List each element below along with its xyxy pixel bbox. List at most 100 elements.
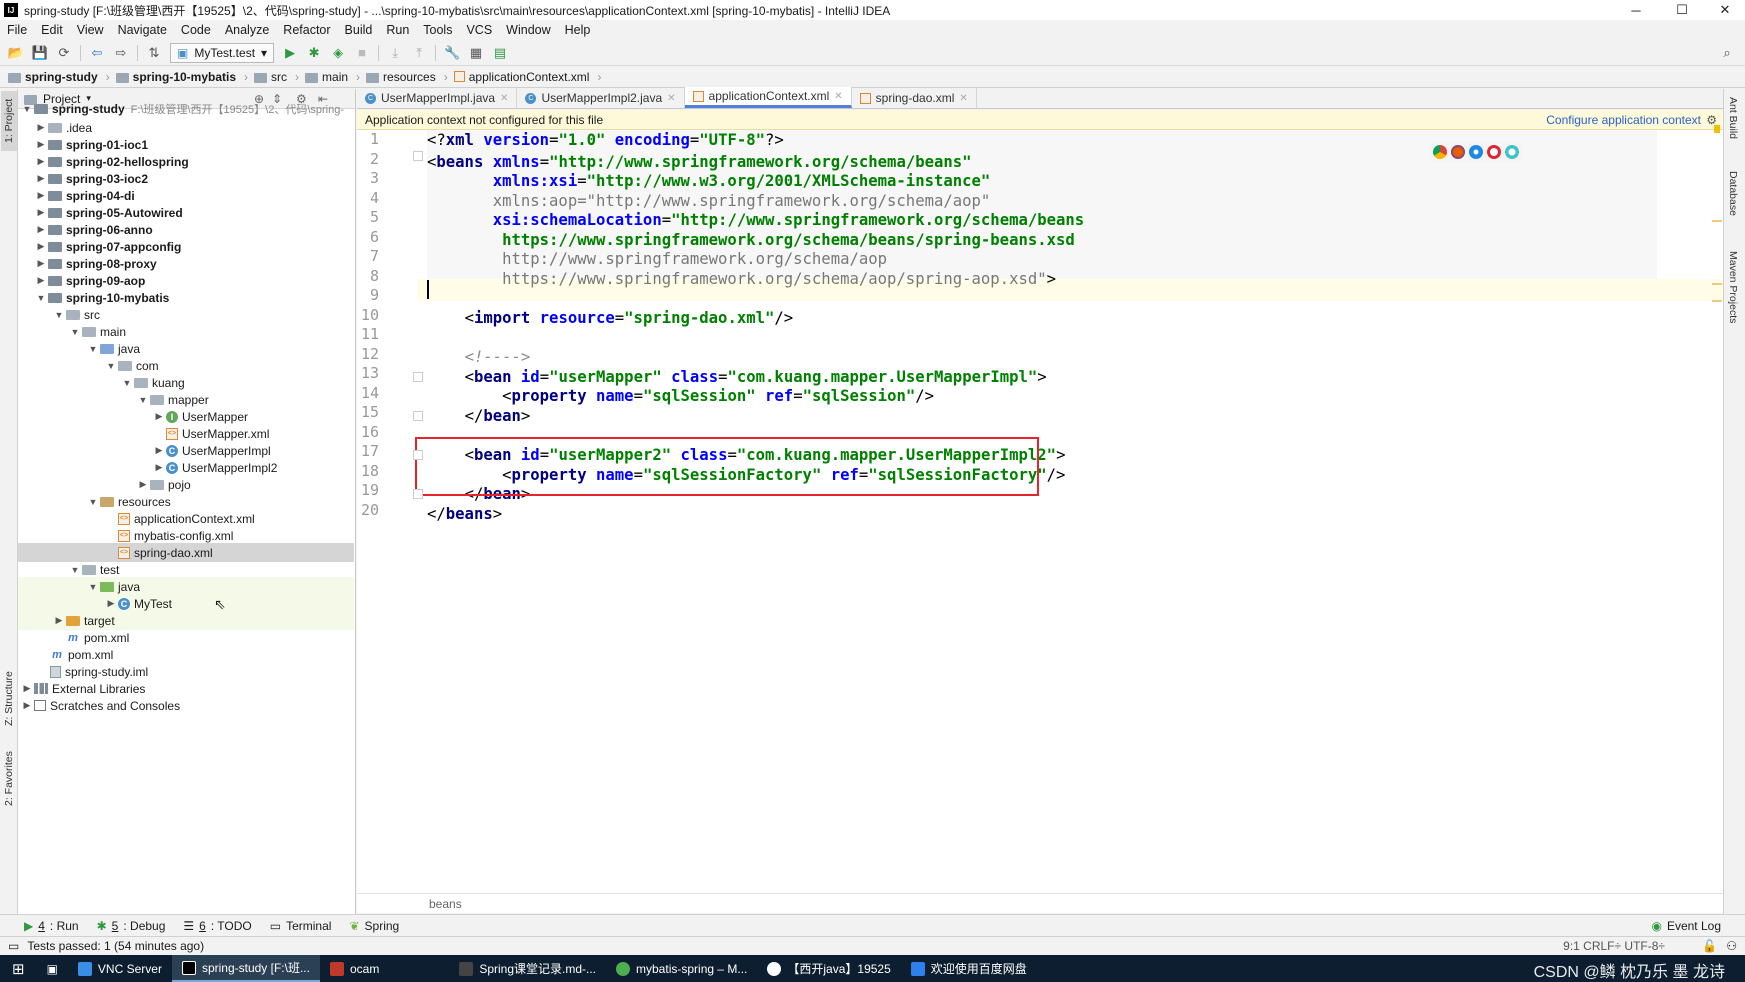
close-tab-icon[interactable]: ✕ [834,91,842,102]
code-editor[interactable]: 1 2 3 4 5 6 7 8 9 10 11 12 13 14 15 16 17 18 19 20 <?xml ve… [357,130,1723,893]
database-tool-tab[interactable]: Database [1727,171,1739,216]
ant-build-tool-tab[interactable]: Ant Build [1727,97,1739,139]
maven-tool-tab[interactable]: Maven Projects [1727,251,1739,323]
chevron-right-icon[interactable]: ▶ [34,241,48,252]
chevron-down-icon[interactable]: ▼ [68,565,82,575]
structure-tool-tab[interactable]: Z: Structure [1,664,17,734]
chevron-right-icon[interactable]: ▶ [136,479,150,490]
search-icon[interactable]: ⌕ [1717,43,1737,63]
fold-marker-icon[interactable] [413,411,423,421]
chevron-down-icon[interactable]: ▼ [52,310,66,320]
project-structure-icon[interactable]: ▦ [466,43,486,63]
scroll-marker[interactable] [1712,283,1722,285]
scroll-marker[interactable] [1712,220,1722,222]
menu-file[interactable]: File [0,23,34,37]
menu-window[interactable]: Window [499,23,557,37]
chevron-right-icon[interactable]: ▶ [34,122,48,133]
project-tool-tab[interactable]: 1: Project [1,91,17,151]
chevron-right-icon[interactable]: ▶ [34,139,48,150]
tree-item-scratches[interactable]: ▶ Scratches and Consoles [18,696,354,715]
chevron-right-icon[interactable]: ▶ [152,462,166,473]
fold-marker-icon[interactable] [413,151,423,161]
chevron-right-icon[interactable]: ▶ [34,207,48,218]
tab-todo[interactable]: ☰ 6: TODO [183,919,251,933]
tree-item-root[interactable]: ▼ spring-study F:\班级管理\西开【19525】\2、代码\sp… [18,99,354,118]
chevron-right-icon[interactable]: ▶ [34,224,48,235]
chevron-down-icon[interactable]: ▼ [68,327,82,337]
crumb-main[interactable]: main › [305,70,366,84]
back-icon[interactable]: ⇦ [87,43,107,63]
coverage-icon[interactable]: ◈ [328,43,348,63]
favorites-tool-tab[interactable]: 2: Favorites [1,744,17,814]
menu-build[interactable]: Build [338,23,380,37]
taskbar-item[interactable]: Spring课堂记录.md-... [449,955,606,982]
menu-tools[interactable]: Tools [416,23,459,37]
run-config-select[interactable]: ▣ MyTest.test ▾ [170,42,275,63]
crumb-project[interactable]: spring-study › [8,70,116,84]
chevron-down-icon[interactable]: ▼ [136,395,150,405]
maximize-button[interactable]: ☐ [1659,0,1705,20]
edge-icon[interactable] [1505,145,1519,159]
debug-icon[interactable]: ✱ [304,43,324,63]
status-toggle-icon[interactable]: ▭ [8,939,19,953]
fold-marker-icon[interactable] [413,372,423,382]
close-tab-icon[interactable]: ✕ [667,93,675,104]
menu-run[interactable]: Run [379,23,416,37]
firefox-icon[interactable] [1451,145,1465,159]
tab-applicationcontext[interactable]: applicationContext.xml ✕ [684,87,852,108]
chevron-right-icon[interactable]: ▶ [34,190,48,201]
scroll-marker[interactable] [1712,300,1722,302]
menu-navigate[interactable]: Navigate [111,23,174,37]
sdk-icon[interactable]: ▤ [490,43,510,63]
chevron-down-icon[interactable]: ▼ [120,378,134,388]
chevron-down-icon[interactable]: ▼ [20,104,34,114]
menu-analyze[interactable]: Analyze [218,23,276,37]
close-tab-icon[interactable]: ✕ [959,93,967,104]
taskbar-item-active[interactable]: spring-study [F:\班... [171,955,320,982]
crumb-file[interactable]: applicationContext.xml › [453,70,608,84]
lock-icon[interactable]: 🔓 [1702,939,1717,953]
inspector-icon[interactable]: ⚇ [1726,939,1737,953]
chevron-right-icon[interactable]: ▶ [152,411,166,422]
status-right[interactable]: 9:1 CRLF÷ UTF-8÷ [1563,939,1665,953]
stop-icon[interactable]: ■ [352,43,372,63]
taskbar-item[interactable]: 【西开java】19525 [757,955,900,982]
tab-spring[interactable]: ❦ Spring [349,919,399,933]
menu-refactor[interactable]: Refactor [276,23,337,37]
build-icon[interactable]: ⇅ [144,43,164,63]
chevron-right-icon[interactable]: ▶ [34,258,48,269]
run-icon[interactable]: ▶ [280,43,300,63]
chevron-right-icon[interactable]: ▶ [20,683,34,694]
close-button[interactable]: ✕ [1705,0,1745,20]
forward-icon[interactable]: ⇨ [111,43,131,63]
vcs-commit-icon[interactable]: ⤒ [409,43,429,63]
chevron-down-icon[interactable]: ▼ [86,497,100,507]
tab-terminal[interactable]: ▭ Terminal [270,919,332,933]
close-tab-icon[interactable]: ✕ [500,93,508,104]
chevron-right-icon[interactable]: ▶ [152,445,166,456]
menu-view[interactable]: View [70,23,111,37]
fold-marker-icon[interactable] [413,489,423,499]
chevron-right-icon[interactable]: ▶ [34,156,48,167]
warning-marker[interactable] [1714,125,1720,133]
opera-icon[interactable] [1487,145,1501,159]
chevron-right-icon[interactable]: ▶ [34,173,48,184]
taskbar-item[interactable]: 欢迎使用百度网盘 [901,955,1037,982]
chrome-icon[interactable] [1433,145,1447,159]
chevron-right-icon[interactable]: ▶ [20,700,34,711]
tab-usermapperimpl2[interactable]: C UserMapperImpl2.java ✕ [517,88,685,108]
fold-marker-icon[interactable] [413,450,423,460]
save-icon[interactable]: 💾 [30,43,50,63]
menu-edit[interactable]: Edit [34,23,70,37]
chevron-down-icon[interactable]: ▼ [86,582,100,592]
menu-help[interactable]: Help [558,23,598,37]
minimize-button[interactable]: ─ [1613,0,1659,20]
vcs-update-icon[interactable]: ⤓ [385,43,405,63]
chevron-down-icon[interactable]: ▼ [86,344,100,354]
crumb-module[interactable]: spring-10-mybatis › [115,70,254,84]
chevron-right-icon[interactable]: ▶ [104,598,118,609]
chevron-right-icon[interactable]: ▶ [52,615,66,626]
taskbar-item[interactable]: mybatis-spring – M... [606,955,757,982]
configure-context-link[interactable]: Configure application context [1546,113,1701,127]
xml-path-crumb[interactable]: beans [429,897,462,911]
